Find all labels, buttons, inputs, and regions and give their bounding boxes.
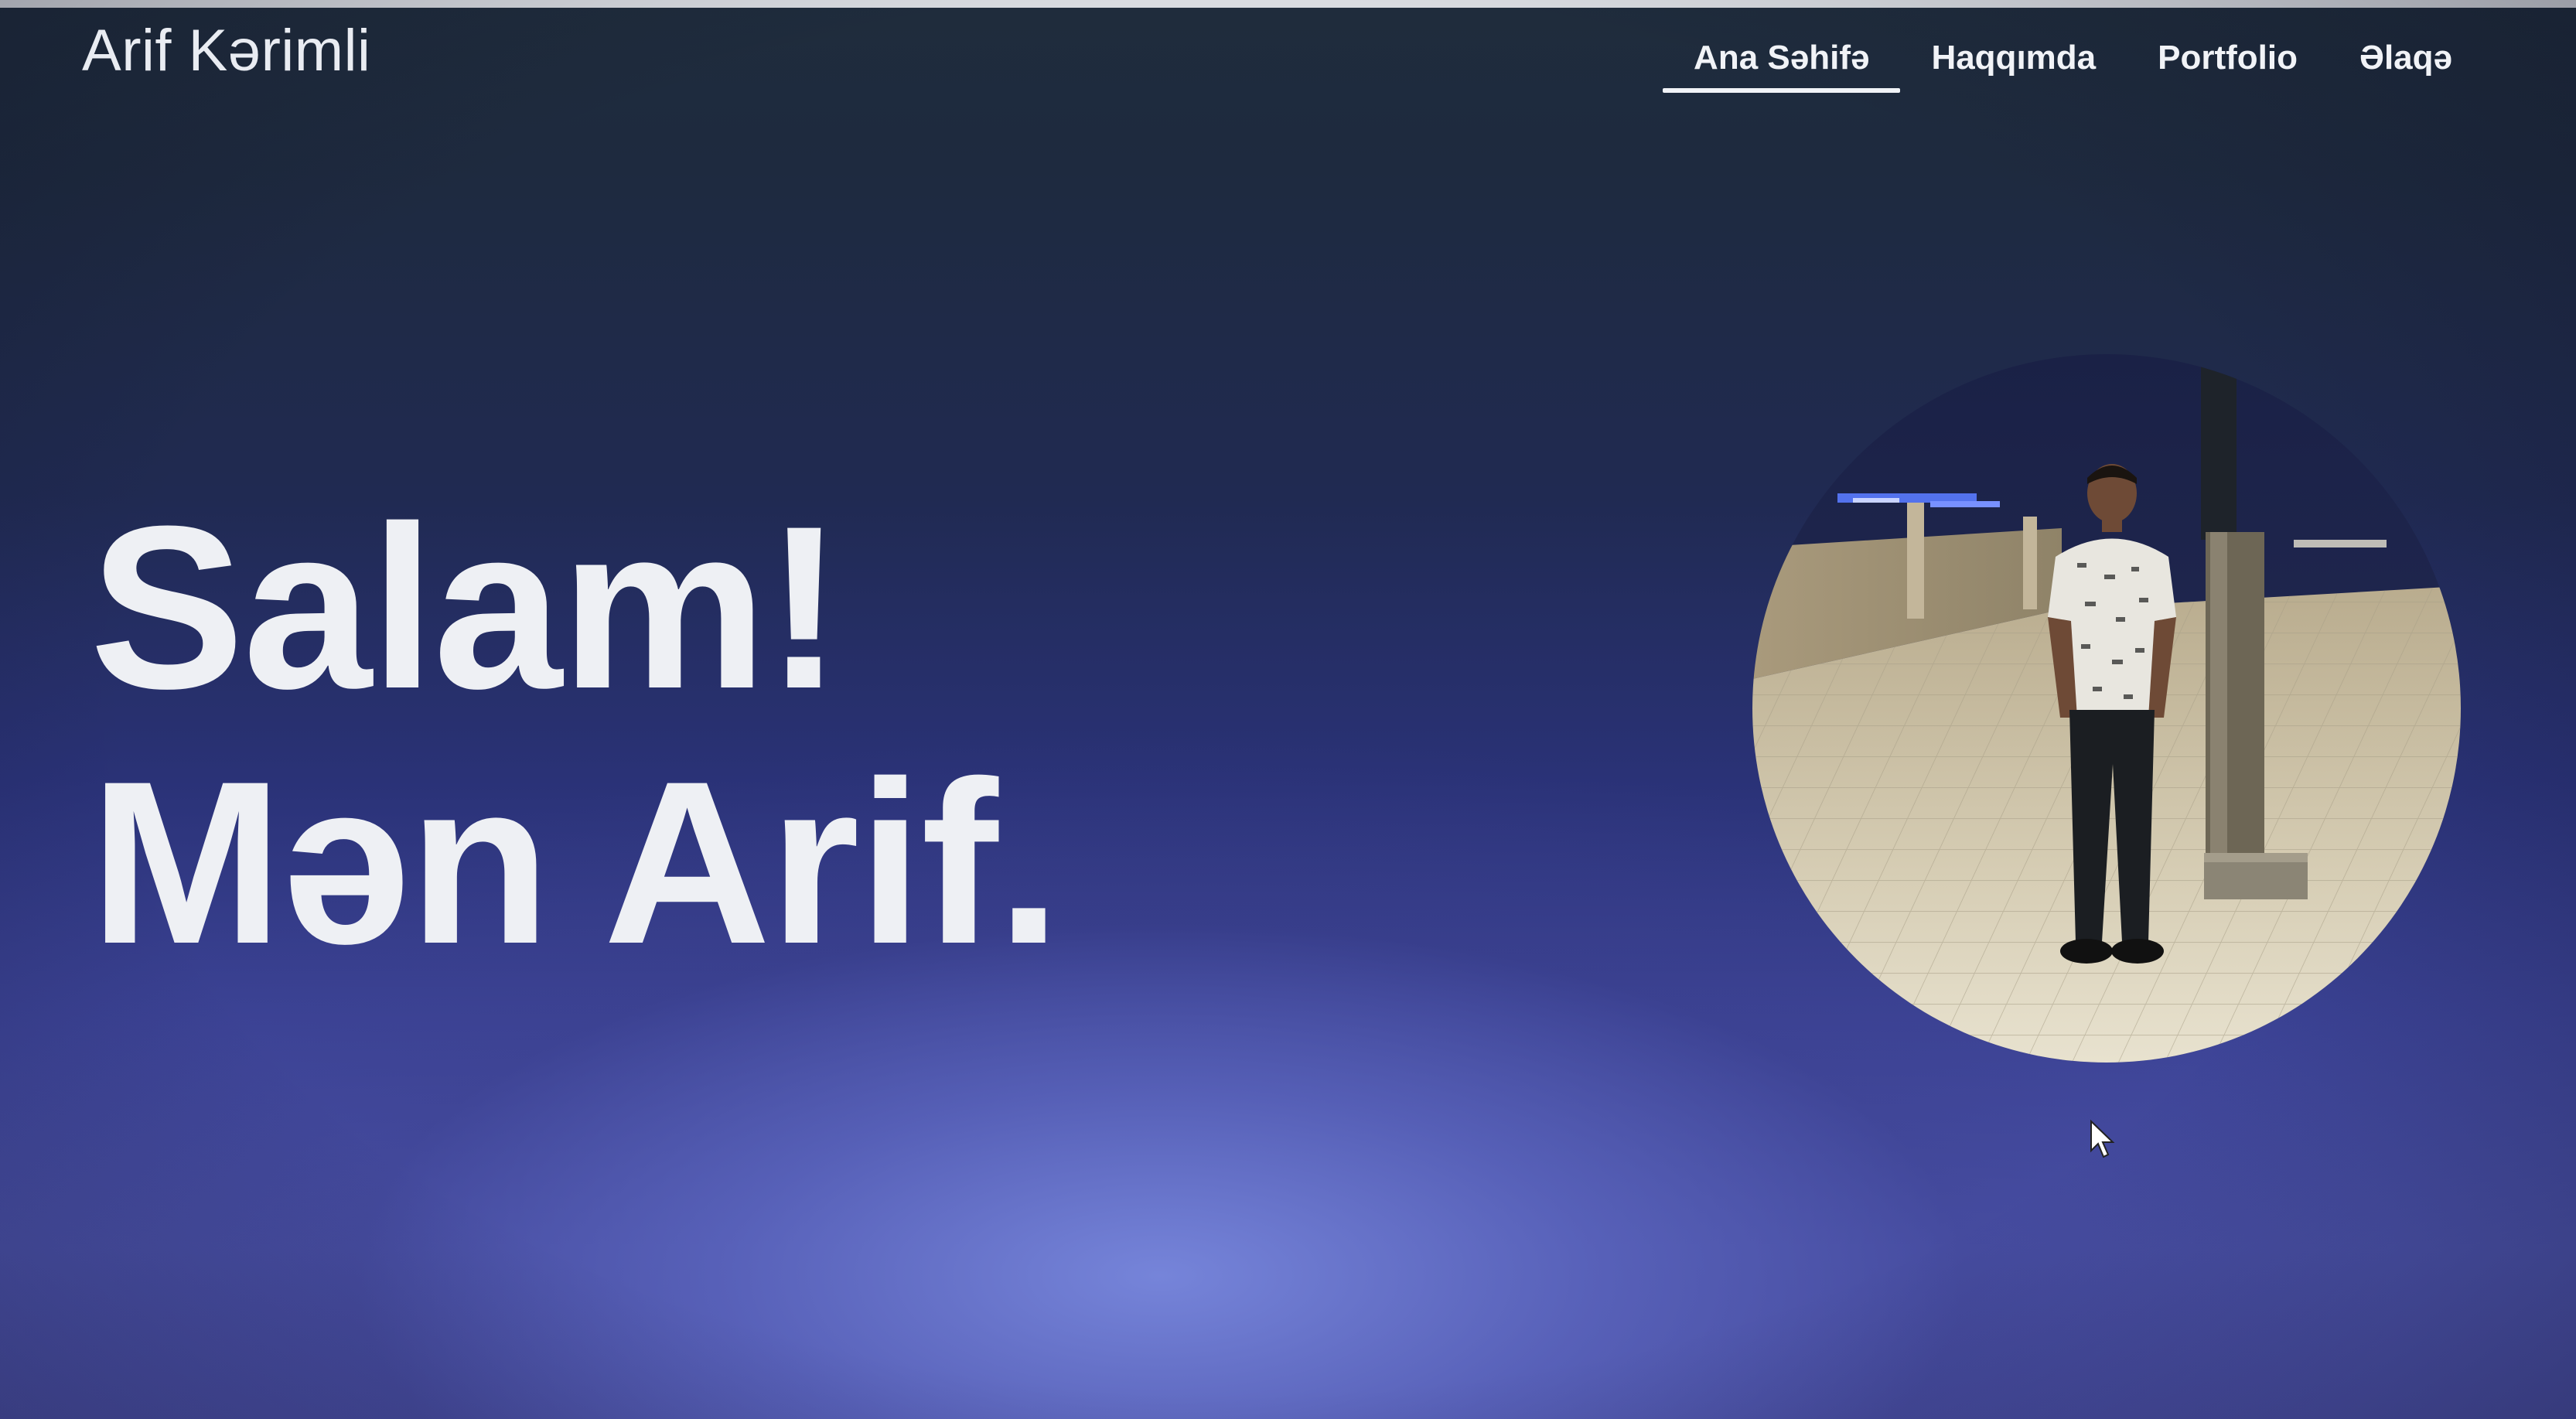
hero-greeting: Salam! [90,477,843,737]
nav-item-about[interactable]: Haqqımda [1900,29,2127,93]
mouse-pointer-icon [2090,1119,2116,1164]
nav-item-home[interactable]: Ana Səhifə [1663,29,1901,93]
hero-intro: Mən Arif. [90,732,1061,992]
profile-photo [1752,354,2461,1063]
nav-item-contact[interactable]: Əlaqə [2329,29,2483,93]
nav-item-portfolio[interactable]: Portfolio [2127,29,2329,93]
hero-heading: Salam! Mən Arif. [90,477,1061,992]
site-logo[interactable]: Arif Kərimli [82,17,370,84]
profile-photo-image [1752,354,2461,1063]
page: Arif Kərimli Ana Səhifə Haqqımda Portfol… [0,0,2576,1419]
main-nav: Ana Səhifə Haqqımda Portfolio Əlaqə [1663,29,2483,93]
